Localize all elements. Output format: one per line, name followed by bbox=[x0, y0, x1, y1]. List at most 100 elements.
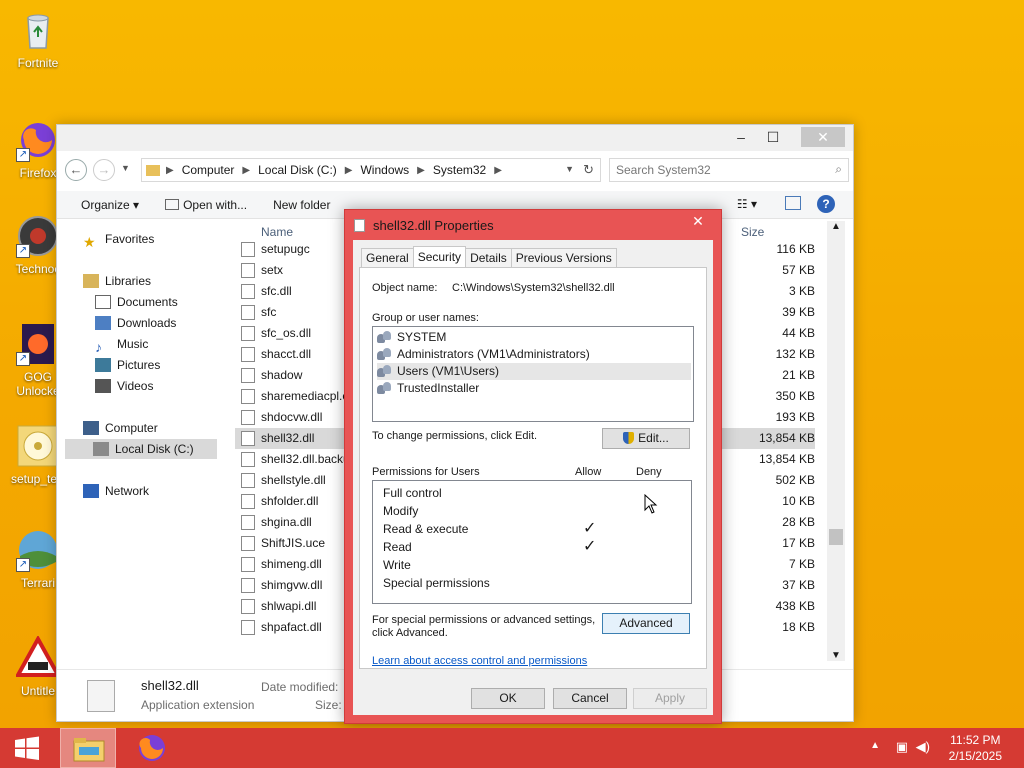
file-list-scrollbar[interactable]: ▲ ▼ bbox=[827, 221, 845, 661]
file-icon bbox=[241, 431, 255, 446]
recent-locations-chevron-icon[interactable]: ▼ bbox=[121, 163, 130, 173]
group-list-item[interactable]: Administrators (VM1\Administrators) bbox=[377, 346, 691, 363]
cancel-button[interactable]: Cancel bbox=[553, 688, 627, 709]
nav-libraries[interactable]: Libraries bbox=[83, 271, 151, 291]
nav-videos[interactable]: Videos bbox=[95, 376, 153, 396]
details-filename: shell32.dll bbox=[141, 678, 199, 693]
file-icon bbox=[241, 326, 255, 341]
open-with-button[interactable]: Open with... bbox=[165, 198, 247, 212]
deny-column-label: Deny bbox=[636, 466, 662, 478]
breadcrumb-system32[interactable]: System32 bbox=[433, 163, 486, 177]
tab-general[interactable]: General bbox=[361, 248, 414, 268]
allow-check-icon: ✓ bbox=[583, 538, 597, 555]
permission-name: Modify bbox=[383, 504, 419, 518]
start-button[interactable] bbox=[0, 728, 54, 768]
help-icon[interactable]: ? bbox=[817, 195, 835, 213]
breadcrumb-windows[interactable]: Windows bbox=[360, 163, 409, 177]
scroll-down-icon[interactable]: ▼ bbox=[831, 650, 841, 661]
nav-music[interactable]: ♪ Music bbox=[95, 334, 148, 355]
permission-name: Full control bbox=[383, 486, 442, 500]
minimize-button[interactable]: – bbox=[727, 127, 755, 147]
dialog-tabs: General Security Details Previous Versio… bbox=[361, 246, 617, 268]
file-icon bbox=[241, 263, 255, 278]
nav-network[interactable]: Network bbox=[83, 481, 149, 501]
tab-security[interactable]: Security bbox=[412, 246, 467, 268]
file-size: 18 KB bbox=[782, 620, 815, 634]
column-header-size[interactable]: Size bbox=[741, 225, 764, 239]
nav-downloads[interactable]: Downloads bbox=[95, 313, 176, 333]
desktop-icon-fortnite[interactable]: Fortnite bbox=[0, 8, 76, 70]
network-tray-icon[interactable]: ▣ bbox=[896, 739, 908, 755]
view-options-icon[interactable]: ☷ ▾ bbox=[737, 197, 757, 211]
nav-documents[interactable]: Documents bbox=[95, 292, 178, 312]
file-size: 17 KB bbox=[782, 536, 815, 550]
scrollbar-thumb[interactable] bbox=[829, 529, 843, 545]
breadcrumb-separator-icon: ▶ bbox=[344, 164, 353, 176]
file-icon bbox=[241, 452, 255, 467]
apply-button[interactable]: Apply bbox=[633, 688, 707, 709]
dialog-title: shell32.dll Properties bbox=[373, 218, 494, 233]
preview-pane-icon[interactable] bbox=[785, 196, 801, 210]
refresh-icon[interactable]: ↻ bbox=[583, 162, 594, 178]
file-name: sfc.dll bbox=[261, 284, 292, 298]
forward-button[interactable]: → bbox=[93, 159, 115, 181]
edit-button[interactable]: Edit... bbox=[602, 428, 690, 449]
address-bar[interactable]: ▶ Computer ▶ Local Disk (C:) ▶ Windows ▶… bbox=[141, 158, 601, 182]
group-list-item[interactable]: Users (VM1\Users) bbox=[377, 363, 691, 380]
dialog-titlebar[interactable]: shell32.dll Properties ✕ bbox=[345, 210, 721, 240]
file-size: 438 KB bbox=[775, 599, 815, 613]
file-size: 21 KB bbox=[782, 368, 815, 382]
explorer-titlebar[interactable]: – ☐ ✕ bbox=[57, 125, 853, 151]
change-permissions-text: To change permissions, click Edit. bbox=[372, 430, 538, 442]
file-icon bbox=[241, 368, 255, 383]
users-icon bbox=[377, 365, 393, 378]
nav-local-disk[interactable]: Local Disk (C:) bbox=[65, 439, 217, 459]
advanced-button[interactable]: Advanced bbox=[602, 613, 690, 634]
tab-details[interactable]: Details bbox=[465, 248, 512, 268]
address-dropdown-icon[interactable]: ▼ bbox=[565, 164, 574, 174]
breadcrumb-computer[interactable]: Computer bbox=[182, 163, 235, 177]
learn-access-control-link[interactable]: Learn about access control and permissio… bbox=[372, 655, 587, 667]
search-icon: ⌕ bbox=[835, 162, 842, 176]
file-explorer-icon bbox=[73, 738, 105, 762]
new-folder-button[interactable]: New folder bbox=[273, 198, 330, 212]
clock[interactable]: 11:52 PM 2/15/2025 bbox=[949, 732, 1002, 764]
technoc-icon: ↗ bbox=[16, 214, 60, 258]
videos-icon bbox=[95, 379, 111, 393]
column-header-name[interactable]: Name bbox=[261, 225, 293, 239]
firefox-icon: ↗ bbox=[16, 118, 60, 162]
properties-dialog: shell32.dll Properties ✕ General Securit… bbox=[344, 209, 722, 724]
group-list-item[interactable]: SYSTEM bbox=[377, 329, 691, 346]
taskbar-explorer[interactable] bbox=[60, 728, 116, 768]
file-icon bbox=[241, 389, 255, 404]
file-icon bbox=[241, 536, 255, 551]
windows-logo-icon bbox=[15, 736, 39, 760]
file-gear-icon bbox=[87, 680, 115, 712]
volume-icon[interactable]: ◀) bbox=[916, 739, 930, 755]
file-icon bbox=[241, 305, 255, 320]
organize-button[interactable]: Organize ▾ bbox=[81, 198, 139, 212]
details-type: Application extension bbox=[141, 698, 255, 712]
back-button[interactable]: ← bbox=[65, 159, 87, 181]
dialog-body: General Security Details Previous Versio… bbox=[353, 240, 713, 715]
maximize-button[interactable]: ☐ bbox=[759, 127, 787, 147]
file-icon bbox=[241, 557, 255, 572]
show-hidden-icons[interactable]: ▲ bbox=[870, 740, 880, 751]
group-names-list[interactable]: SYSTEM Administrators (VM1\Administrators… bbox=[372, 326, 694, 422]
permission-name: Special permissions bbox=[383, 576, 490, 590]
taskbar-firefox[interactable] bbox=[124, 728, 180, 768]
close-button[interactable]: ✕ bbox=[801, 127, 845, 147]
ok-button[interactable]: OK bbox=[471, 688, 545, 709]
scroll-up-icon[interactable]: ▲ bbox=[831, 221, 841, 232]
group-list-item[interactable]: TrustedInstaller bbox=[377, 380, 691, 397]
libraries-icon bbox=[83, 274, 99, 288]
documents-icon bbox=[95, 295, 111, 309]
nav-computer[interactable]: Computer bbox=[83, 418, 158, 438]
search-input[interactable]: Search System32 ⌕ bbox=[609, 158, 849, 182]
nav-pictures[interactable]: Pictures bbox=[95, 355, 160, 375]
nav-favorites[interactable]: ★ Favorites bbox=[83, 229, 154, 250]
dialog-close-button[interactable]: ✕ bbox=[683, 211, 713, 231]
tab-previous-versions[interactable]: Previous Versions bbox=[510, 248, 617, 268]
breadcrumb-local-disk[interactable]: Local Disk (C:) bbox=[258, 163, 337, 177]
file-size: 10 KB bbox=[782, 494, 815, 508]
